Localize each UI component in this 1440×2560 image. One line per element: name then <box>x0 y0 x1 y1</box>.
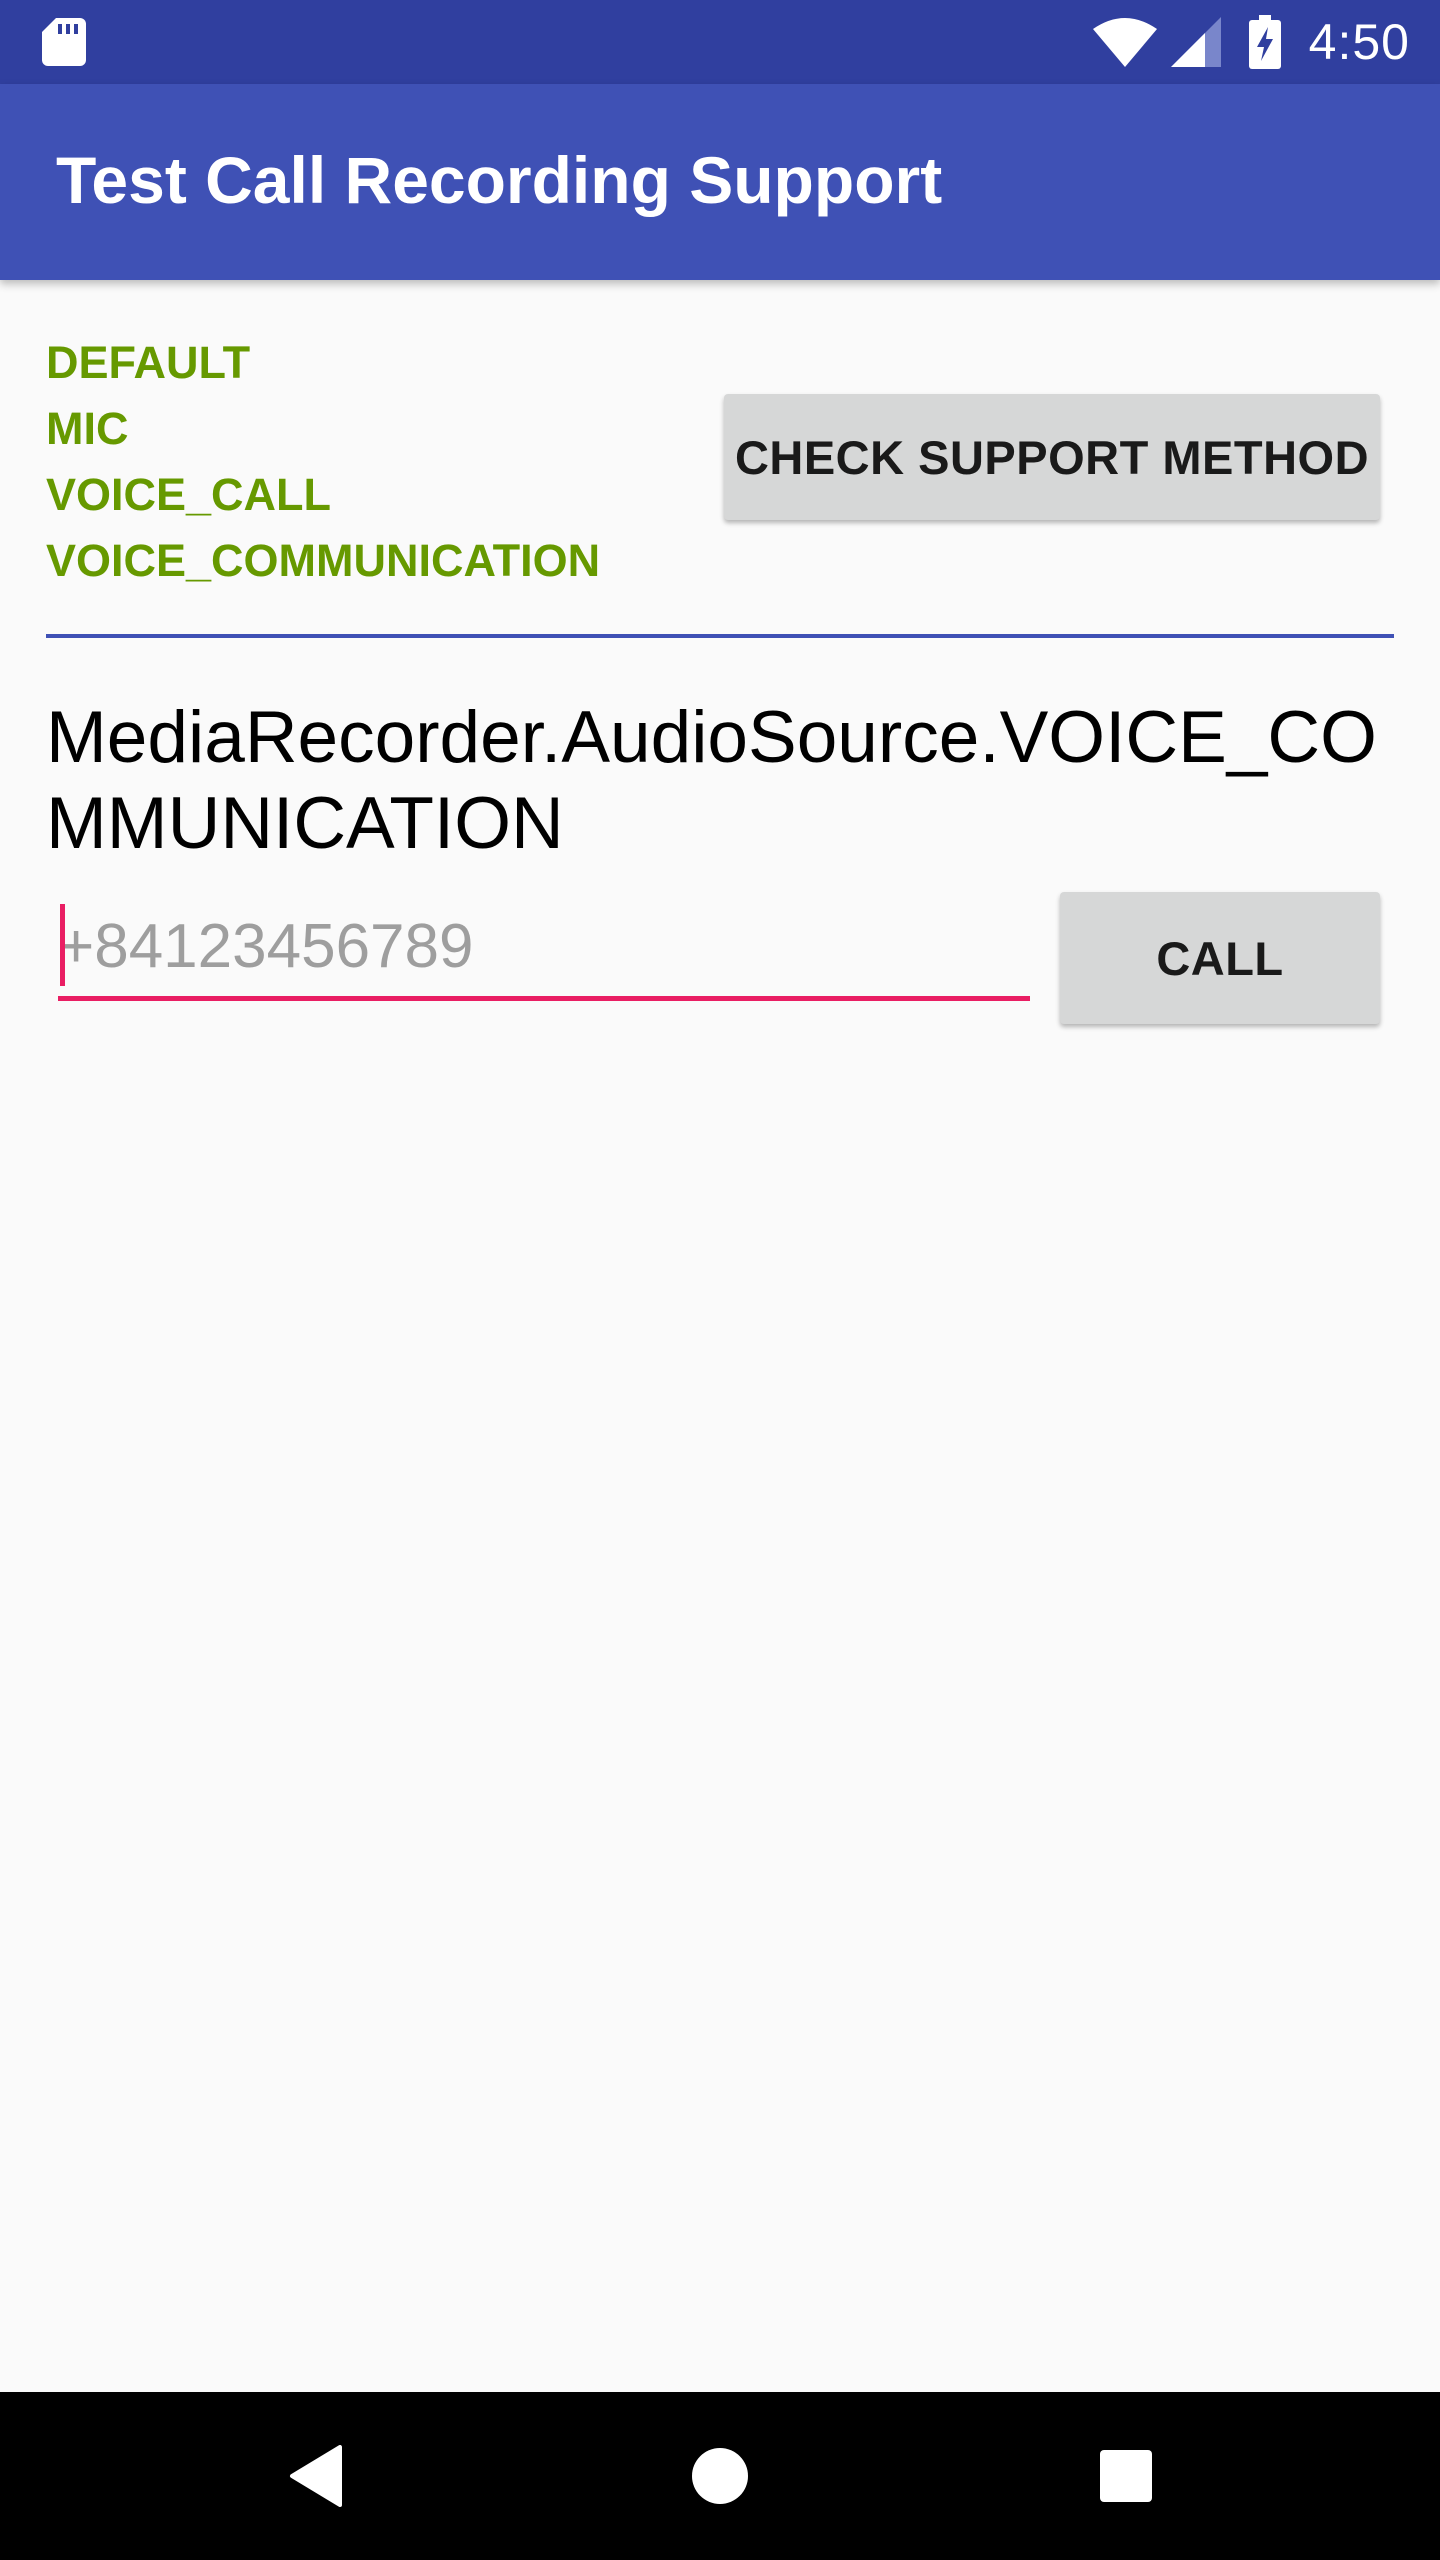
selected-audio-source-text: MediaRecorder.AudioSource.VOICE_COMMUNIC… <box>46 697 1377 864</box>
app-bar: Test Call Recording Support <box>0 84 1440 280</box>
status-time: 4:50 <box>1308 14 1410 70</box>
screen: 4:50 Test Call Recording Support DEFAULT… <box>0 0 1440 2560</box>
app-title: Test Call Recording Support <box>56 143 943 217</box>
wifi-icon <box>1092 17 1157 67</box>
sd-card-icon <box>42 18 86 66</box>
method-item-voice-call: VOICE_CALL <box>46 469 332 520</box>
method-item-voice-communication: VOICE_COMMUNICATION <box>46 535 601 586</box>
divider <box>46 634 1394 638</box>
battery-charging-icon <box>1248 15 1281 69</box>
phone-number-field[interactable] <box>58 896 1030 1004</box>
method-item-default: DEFAULT <box>46 337 251 388</box>
recents-icon[interactable] <box>1046 2392 1206 2560</box>
status-icons: 4:50 <box>1092 0 1410 84</box>
call-button[interactable]: CALL <box>1060 892 1380 1024</box>
text-cursor <box>60 904 65 986</box>
status-bar: 4:50 <box>0 0 1440 84</box>
supported-methods-list: DEFAULT MIC VOICE_CALL VOICE_COMMUNICATI… <box>46 330 686 594</box>
phone-input-underline <box>58 996 1030 1001</box>
check-support-method-button[interactable]: CHECK SUPPORT METHOD <box>724 394 1380 520</box>
home-icon[interactable] <box>640 2392 800 2560</box>
back-icon[interactable] <box>236 2392 396 2560</box>
navigation-bar <box>0 2392 1440 2560</box>
cellular-signal-icon <box>1170 17 1221 67</box>
method-item-mic: MIC <box>46 403 129 454</box>
phone-number-input[interactable] <box>58 896 1030 996</box>
